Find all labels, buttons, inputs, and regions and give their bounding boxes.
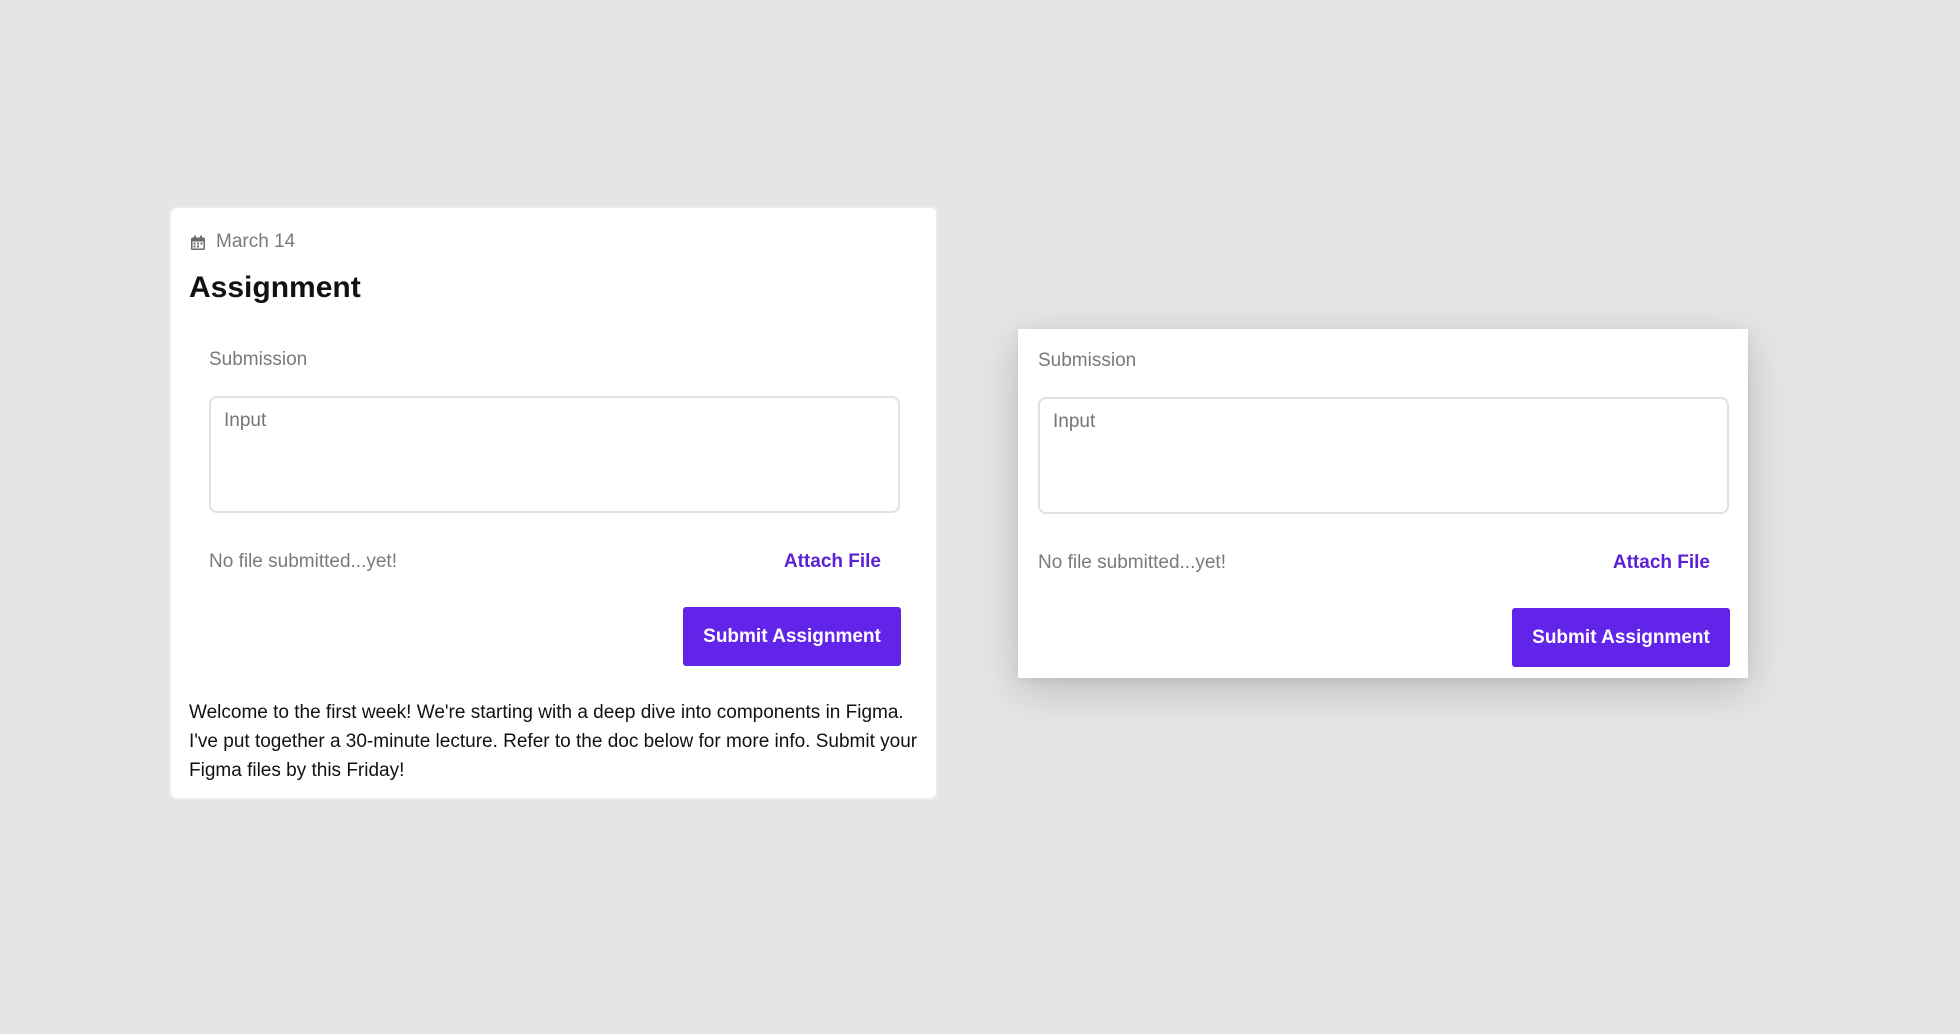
canvas: March 14 Assignment Submission No file s… — [0, 0, 1960, 1034]
submit-assignment-button[interactable]: Submit Assignment — [683, 607, 901, 666]
submit-assignment-button[interactable]: Submit Assignment — [1512, 608, 1730, 667]
assignment-description: Welcome to the first week! We're startin… — [189, 702, 918, 781]
file-status-text: No file submitted...yet! — [209, 551, 397, 572]
attach-file-link[interactable]: Attach File — [784, 551, 881, 573]
assignment-card: March 14 Assignment Submission No file s… — [169, 206, 938, 800]
assignment-date: March 14 — [216, 231, 296, 252]
file-status-text: No file submitted...yet! — [1038, 552, 1226, 573]
submission-section: Submission No file submitted...yet! Atta… — [209, 348, 901, 666]
assignment-title: Assignment — [189, 271, 361, 304]
file-row: No file submitted...yet! Attach File — [209, 550, 901, 574]
date-row: March 14 — [190, 230, 295, 254]
attach-file-link[interactable]: Attach File — [1613, 552, 1710, 574]
submission-input[interactable] — [1038, 397, 1729, 514]
submit-row: Submit Assignment — [1038, 608, 1730, 667]
submit-row: Submit Assignment — [209, 607, 901, 666]
submission-label: Submission — [1038, 350, 1137, 371]
submission-component-card: Submission No file submitted...yet! Atta… — [1018, 329, 1748, 678]
file-row: No file submitted...yet! Attach File — [1038, 551, 1730, 575]
submission-label: Submission — [209, 349, 308, 370]
calendar-icon — [190, 234, 206, 250]
submission-input[interactable] — [209, 396, 900, 513]
submission-section: Submission No file submitted...yet! Atta… — [1038, 349, 1730, 667]
